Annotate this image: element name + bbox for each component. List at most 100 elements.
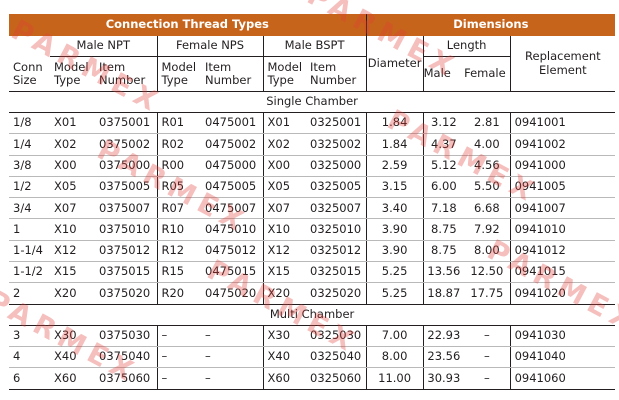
conn-size-cell: 1/2	[9, 176, 50, 199]
male-bspt-model-cell: X15	[262, 261, 306, 284]
length-female-cell: 5.50	[464, 176, 511, 199]
table-row: 1/4 X02 0375002 R02 0475002 X02 0325002 1.84 4.3…	[9, 133, 616, 156]
connection-thread-types-header: Connection Thread Types	[9, 14, 367, 36]
replacement-element-cell: 0941015	[509, 261, 616, 284]
male-npt-model-cell: X60	[50, 367, 95, 390]
length-male-cell: 22.93	[422, 325, 465, 347]
female-nps-model-cell: R05	[156, 176, 201, 199]
male-bspt-item-cell: 0325001	[306, 112, 367, 135]
length-female-cell: 8.00	[464, 240, 511, 263]
male-bspt-model-cell: X40	[262, 346, 306, 369]
length-female-cell: 12.50	[464, 261, 511, 284]
replacement-element-cell: 0941040	[509, 346, 616, 369]
length-female-cell: 17.75	[464, 282, 511, 305]
female-nps-item-cell: 0475001	[201, 112, 263, 135]
female-nps-model-cell: R01	[156, 112, 201, 135]
male-npt-model-type-header: Model Type	[50, 56, 95, 92]
female-nps-item-cell: 0475007	[201, 197, 263, 220]
female-nps-item-cell: 0475010	[201, 218, 263, 241]
male-bspt-item-cell: 0325030	[306, 325, 367, 347]
conn-size-cell: 3/4	[9, 197, 50, 220]
length-female-cell: 6.68	[464, 197, 511, 220]
conn-size-cell: 1/4	[9, 133, 50, 156]
table-row: 1-1/2 X15 0375015 R15 0475015 X15 0325015 5.25 1…	[9, 261, 616, 284]
female-nps-item-cell: 0475020	[201, 282, 263, 305]
male-npt-item-cell: 0375012	[95, 240, 157, 263]
male-bspt-item-cell: 0325060	[306, 367, 367, 390]
thread-dimensions-table: Connection Thread Types Dimensions Male …	[9, 14, 616, 390]
female-nps-model-cell: R00	[156, 155, 201, 177]
male-npt-model-cell: X02	[50, 133, 95, 156]
diameter-cell: 2.59	[365, 155, 424, 177]
replacement-element-cell: 0941060	[509, 367, 616, 390]
multi-chamber-section: Multi Chamber	[9, 304, 616, 326]
length-female-cell: –	[464, 367, 511, 390]
male-npt-item-cell: 0375040	[95, 346, 157, 369]
male-bspt-model-cell: X07	[262, 197, 306, 220]
male-npt-item-cell: 0375005	[95, 176, 157, 199]
length-female-cell: 4.56	[464, 155, 511, 177]
male-bspt-model-cell: X30	[262, 325, 306, 347]
male-npt-model-cell: X30	[50, 325, 95, 347]
male-bspt-item-cell: 0325010	[306, 218, 367, 241]
male-npt-item-number-header: Item Number	[95, 56, 157, 92]
male-bspt-item-cell: 0325040	[306, 346, 367, 369]
male-npt-model-cell: X40	[50, 346, 95, 369]
female-nps-model-cell: R12	[156, 240, 201, 263]
length-female-cell: 2.81	[464, 112, 511, 135]
male-npt-model-cell: X20	[50, 282, 95, 305]
male-bspt-model-type-header: Model Type	[262, 56, 306, 92]
replacement-element-cell: 0941000	[509, 155, 616, 177]
male-bspt-model-cell: X02	[262, 133, 306, 156]
diameter-header: Diameter	[365, 36, 424, 92]
male-npt-item-cell: 0375030	[95, 325, 157, 347]
conn-size-spacer	[9, 36, 50, 57]
female-nps-model-cell: –	[156, 325, 201, 347]
dimensions-header: Dimensions	[365, 14, 616, 36]
conn-size-cell: 1/8	[9, 112, 50, 135]
female-nps-model-cell: R15	[156, 261, 201, 284]
female-nps-header: Female NPS	[156, 36, 263, 57]
table-row: 1-1/4 X12 0375012 R12 0475012 X12 0325012 3.90 8…	[9, 240, 616, 263]
male-npt-item-cell: 0375015	[95, 261, 157, 284]
replacement-element-cell: 0941012	[509, 240, 616, 263]
length-female-cell: 4.00	[464, 133, 511, 156]
male-bspt-header: Male BSPT	[262, 36, 367, 57]
length-male-cell: 3.12	[422, 112, 465, 135]
table-row: 4 X40 0375040– – X40 0325040 8.00 23.56–0941040	[9, 346, 616, 369]
male-npt-item-cell: 0375000	[95, 155, 157, 177]
male-npt-model-cell: X05	[50, 176, 95, 199]
replacement-element-cell: 0941030	[509, 325, 616, 347]
female-nps-model-cell: –	[156, 367, 201, 390]
replacement-element-header: Replacement Element	[509, 36, 616, 92]
female-nps-item-cell: 0475000	[201, 155, 263, 177]
diameter-cell: 3.90	[365, 240, 424, 263]
male-npt-item-cell: 0375010	[95, 218, 157, 241]
replacement-element-cell: 0941020	[509, 282, 616, 305]
diameter-cell: 1.84	[365, 133, 424, 156]
conn-size-cell: 6	[9, 367, 50, 390]
conn-size-cell: 1-1/2	[9, 261, 50, 284]
length-male-cell: 4.37	[422, 133, 465, 156]
male-bspt-item-cell: 0325015	[306, 261, 367, 284]
diameter-cell: 3.15	[365, 176, 424, 199]
female-nps-item-cell: 0475002	[201, 133, 263, 156]
male-npt-model-cell: X15	[50, 261, 95, 284]
female-nps-model-cell: R07	[156, 197, 201, 220]
length-female-cell: –	[464, 325, 511, 347]
length-female-cell: 7.92	[464, 218, 511, 241]
male-npt-model-cell: X01	[50, 112, 95, 135]
female-nps-item-cell: –	[201, 325, 263, 347]
table-row: 1/2 X05 0375005 R05 0475005 X05 0325005 3.15 6.0…	[9, 176, 616, 199]
male-bspt-model-cell: X00	[262, 155, 306, 177]
single-chamber-section: Single Chamber	[9, 91, 616, 113]
male-npt-model-cell: X00	[50, 155, 95, 177]
replacement-element-cell: 0941002	[509, 133, 616, 156]
table-row: 6 X60 0375060– – X60 0325060 11.00 30.93–094106…	[9, 367, 616, 390]
length-female-header: Female	[464, 56, 511, 92]
length-male-header: Male	[422, 56, 465, 92]
table-row: 2 X20 0375020 R20 0475020 X20 0325020 5.25 18.87…	[9, 282, 616, 305]
conn-size-cell: 3	[9, 325, 50, 347]
conn-size-cell: 3/8	[9, 155, 50, 177]
female-nps-model-cell: R10	[156, 218, 201, 241]
